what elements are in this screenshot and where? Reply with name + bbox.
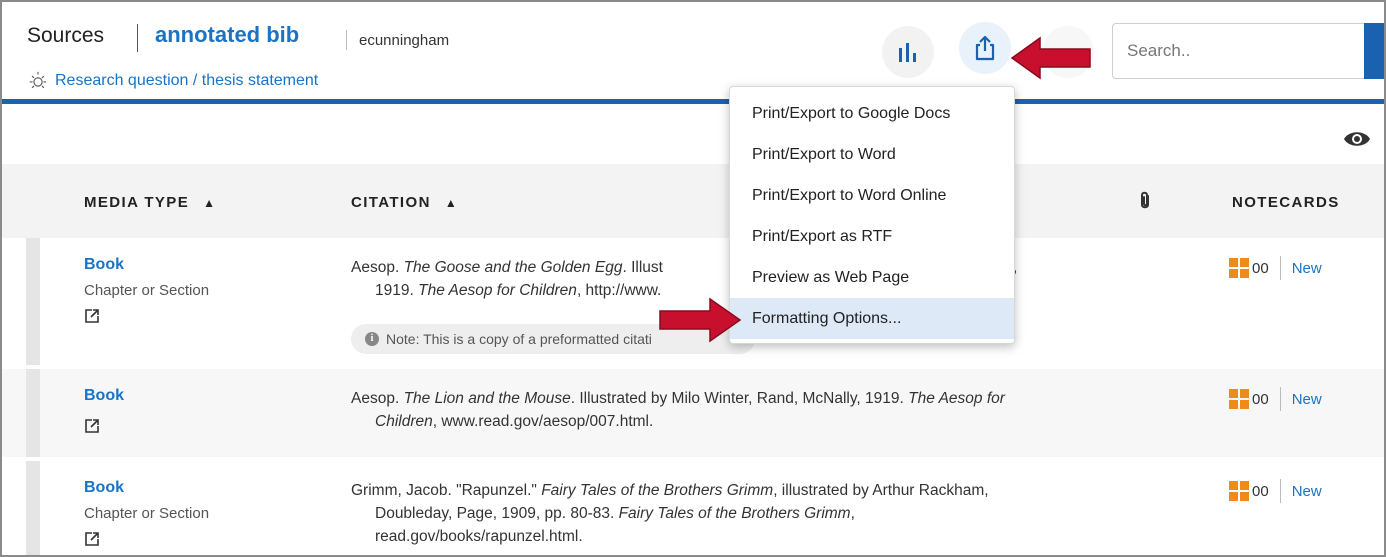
- column-label-media-type: MEDIA TYPE: [84, 194, 190, 211]
- citation-part-italic: The Lion and the Mouse: [403, 390, 571, 407]
- search-button[interactable]: [1364, 23, 1384, 79]
- media-subtype: Chapter or Section: [84, 505, 210, 522]
- paperclip-icon: [1141, 191, 1149, 209]
- new-notecard-link[interactable]: New: [1292, 391, 1322, 408]
- citation-text: Aesop. The Lion and the Mouse. Illustrat…: [351, 387, 1041, 433]
- table-row[interactable]: Book Aesop. The Lion and the Mouse. Illu…: [2, 369, 1384, 457]
- notecards-cell: 00 New: [1229, 479, 1322, 503]
- notecards-grid-icon: [1229, 481, 1249, 501]
- open-external-icon[interactable]: [84, 308, 100, 324]
- header: Sources annotated bib ecunningham Resear…: [2, 2, 1384, 100]
- section-title[interactable]: Sources: [27, 24, 104, 48]
- notecards-grid-icon: [1229, 258, 1249, 278]
- column-header-citation[interactable]: CITATION ▲: [351, 194, 457, 211]
- research-question-link[interactable]: Research question / thesis statement: [27, 70, 318, 92]
- citation-part-italic: Fairy Tales of the Brothers Grimm: [541, 482, 774, 499]
- menu-item-formatting-options[interactable]: Formatting Options...: [730, 298, 1014, 339]
- table-header: MEDIA TYPE ▲ CITATION ▲ NOTECARDS: [2, 164, 1384, 238]
- bar-chart-icon: [899, 43, 916, 62]
- citation-part: , www.read.gov/aesop/007.html.: [432, 413, 654, 430]
- annotation-arrow-icon: [1010, 36, 1091, 80]
- media-subtype: Chapter or Section: [84, 282, 210, 299]
- user-divider: [346, 30, 347, 50]
- note-text: Note: This is a copy of a preformatted c…: [386, 331, 652, 347]
- username: ecunningham: [359, 32, 450, 49]
- citation-part: , http://www.: [576, 282, 662, 299]
- notecard-count[interactable]: 00: [1252, 483, 1269, 500]
- citation-line-2: 1919. The Aesop for Children, http://www…: [375, 282, 661, 299]
- citation-part-italic: The Aesop for Children: [418, 282, 577, 299]
- citation-part: . Illustrated by Milo Winter, Rand, McNa…: [570, 390, 909, 407]
- eye-icon[interactable]: [1342, 128, 1372, 150]
- column-header-media-type[interactable]: MEDIA TYPE ▲: [84, 194, 215, 211]
- app-frame: Sources annotated bib ecunningham Resear…: [0, 0, 1386, 557]
- citation-part: Aesop.: [351, 259, 404, 276]
- media-type-link[interactable]: Book: [84, 256, 209, 274]
- research-question-label: Research question / thesis statement: [55, 72, 319, 89]
- sort-ascending-icon: ▲: [444, 195, 457, 210]
- media-type-link[interactable]: Book: [84, 387, 124, 405]
- open-external-icon[interactable]: [84, 418, 100, 434]
- lightbulb-icon: [29, 71, 47, 89]
- media-type-link[interactable]: Book: [84, 479, 209, 497]
- table-row[interactable]: Book Chapter or Section Grimm, Jacob. "R…: [2, 461, 1384, 555]
- menu-item-web-page[interactable]: Preview as Web Page: [730, 257, 1014, 298]
- media-cell: Book Chapter or Section: [84, 479, 209, 547]
- citation-line-1: Aesop. The Goose and the Golden Egg. Ill…: [351, 259, 663, 276]
- notecard-divider: [1279, 479, 1281, 503]
- media-cell: Book Chapter or Section: [84, 256, 209, 324]
- new-notecard-link[interactable]: New: [1292, 260, 1322, 277]
- open-external-icon[interactable]: [84, 531, 100, 547]
- table-toolbar: [2, 104, 1384, 164]
- menu-item-word[interactable]: Print/Export to Word: [730, 134, 1014, 175]
- notecard-divider: [1279, 387, 1281, 411]
- new-notecard-link[interactable]: New: [1292, 483, 1322, 500]
- menu-item-rtf[interactable]: Print/Export as RTF: [730, 216, 1014, 257]
- annotation-arrow-icon: [659, 297, 742, 343]
- info-icon: i: [365, 332, 379, 346]
- citation-part-italic: Fairy Tales of the Brothers Grimm: [618, 505, 851, 522]
- notecard-count[interactable]: 00: [1252, 391, 1269, 408]
- notecards-cell: 00 New: [1229, 387, 1322, 411]
- title-divider: [137, 24, 138, 52]
- search-input[interactable]: [1112, 23, 1372, 79]
- citation-part: Grimm, Jacob. "Rapunzel.": [351, 482, 542, 499]
- notecard-divider: [1279, 256, 1281, 280]
- export-button[interactable]: [959, 22, 1011, 74]
- notecard-count[interactable]: 00: [1252, 260, 1269, 277]
- column-label-citation: CITATION: [351, 194, 431, 211]
- column-label-notecards: NOTECARDS: [1232, 194, 1340, 211]
- menu-item-google-docs[interactable]: Print/Export to Google Docs: [730, 93, 1014, 134]
- menu-item-word-online[interactable]: Print/Export to Word Online: [730, 175, 1014, 216]
- citation-part: . Illust: [622, 259, 663, 276]
- share-export-icon: [975, 35, 995, 61]
- notecards-grid-icon: [1229, 389, 1249, 409]
- media-cell: Book: [84, 387, 124, 434]
- project-name[interactable]: annotated bib: [155, 22, 299, 48]
- citation-part-italic: The Goose and the Golden Egg: [403, 259, 623, 276]
- column-header-notecards: NOTECARDS: [1232, 194, 1340, 211]
- citation-part: 1919.: [375, 282, 419, 299]
- export-menu: Print/Export to Google Docs Print/Export…: [729, 86, 1015, 344]
- citation-text: Grimm, Jacob. "Rapunzel." Fairy Tales of…: [351, 479, 1011, 548]
- notecards-cell: 00 New: [1229, 256, 1322, 280]
- stats-button[interactable]: [882, 26, 934, 78]
- citation-part: Aesop.: [351, 390, 404, 407]
- sort-both-icon: ▲: [203, 195, 216, 210]
